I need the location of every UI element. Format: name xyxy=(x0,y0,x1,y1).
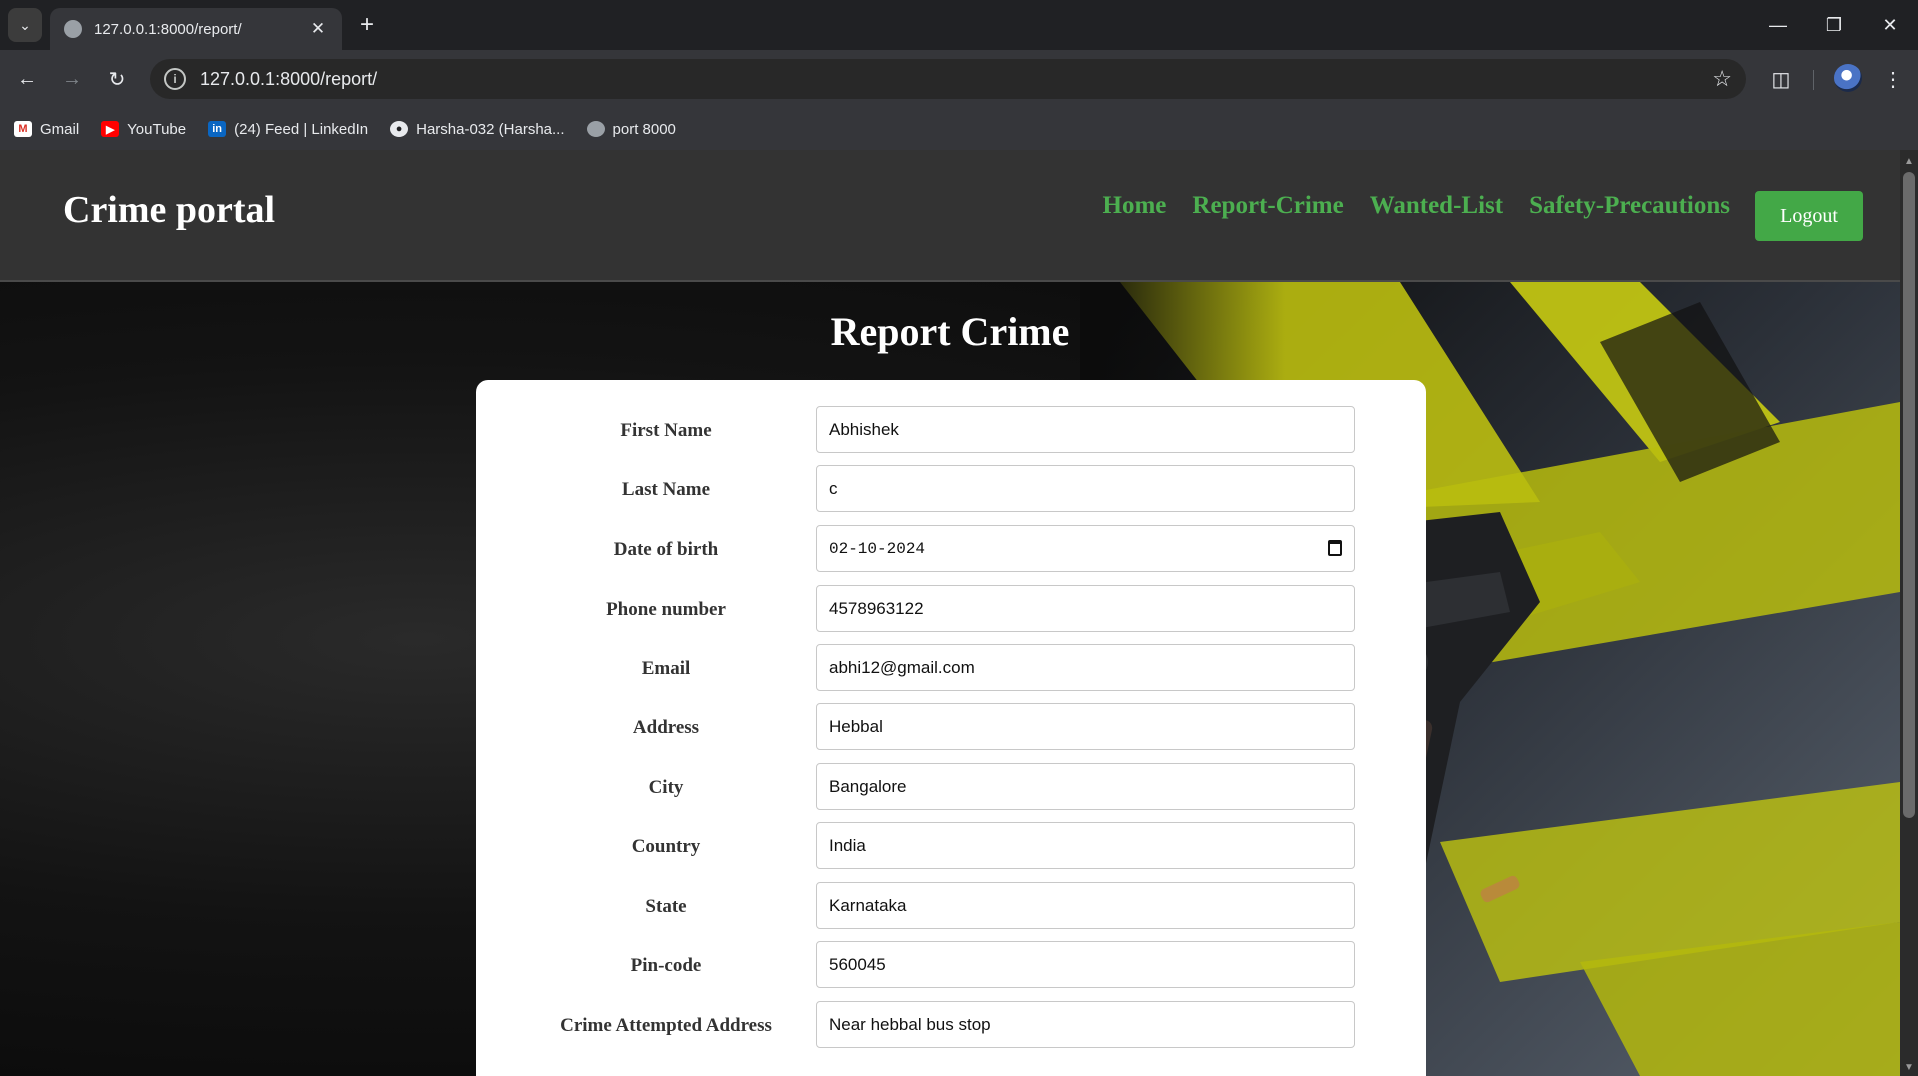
form-row-crime-attempted-address: Crime Attempted Address xyxy=(476,1001,1426,1049)
form-row-country: Country xyxy=(476,822,1426,870)
address-bar[interactable]: i 127.0.0.1:8000/report/ ☆ xyxy=(150,59,1746,99)
menu-dots-icon[interactable]: ⋮ xyxy=(1876,62,1910,96)
crime-attempted-address-input[interactable] xyxy=(816,1001,1355,1048)
nav-report-crime[interactable]: Report-Crime xyxy=(1192,192,1343,220)
site-info-icon[interactable]: i xyxy=(164,68,186,90)
form-row-state: State xyxy=(476,882,1426,930)
bookmark-label: YouTube xyxy=(127,120,187,138)
nav-wanted-list[interactable]: Wanted-List xyxy=(1370,192,1503,220)
main-nav: Home Report-Crime Wanted-List Safety-Pre… xyxy=(1077,192,1730,220)
address-label: Address xyxy=(632,717,700,738)
bookmark-label: (24) Feed | LinkedIn xyxy=(234,120,369,138)
bookmark-linkedin[interactable]: in (24) Feed | LinkedIn xyxy=(208,121,368,138)
scrollbar-thumb[interactable] xyxy=(1903,172,1915,818)
form-row-last-name: Last Name xyxy=(476,465,1426,513)
tab-title: 127.0.0.1:8000/report/ xyxy=(94,20,242,38)
profile-avatar[interactable] xyxy=(1834,64,1862,92)
bookmark-label: port 8000 xyxy=(612,120,676,138)
city-input[interactable] xyxy=(816,763,1355,810)
date-of-birth-input[interactable] xyxy=(816,525,1355,572)
reload-button[interactable]: ↻ xyxy=(100,62,134,96)
github-icon: ● xyxy=(390,121,409,137)
email-input[interactable] xyxy=(816,644,1355,691)
restore-button[interactable]: ❐ xyxy=(1806,8,1862,42)
minimize-button[interactable]: — xyxy=(1750,8,1806,42)
form-row-first-name: First Name xyxy=(476,406,1426,454)
email-label: Email xyxy=(641,658,691,679)
toolbar-divider xyxy=(1813,70,1814,90)
page-title: Report Crime xyxy=(830,309,1070,354)
last-name-label: Last Name xyxy=(621,479,711,500)
globe-icon xyxy=(64,20,82,38)
tab-search-button[interactable]: ⌄ xyxy=(8,8,42,42)
city-label: City xyxy=(648,777,684,798)
page-scrollbar[interactable]: ▲ ▼ xyxy=(1900,150,1918,1076)
bookmarks-bar: M Gmail ▶ YouTube in (24) Feed | LinkedI… xyxy=(0,108,1918,150)
bookmark-youtube[interactable]: ▶ YouTube xyxy=(101,121,186,138)
scroll-up-icon[interactable]: ▲ xyxy=(1900,152,1918,170)
site-header: Crime portal Home Report-Crime Wanted-Li… xyxy=(0,150,1900,282)
youtube-icon: ▶ xyxy=(101,121,120,137)
window-close-button[interactable]: ✕ xyxy=(1862,8,1918,42)
state-input[interactable] xyxy=(816,882,1355,929)
first-name-label: First Name xyxy=(620,420,712,441)
address-input[interactable] xyxy=(816,703,1355,750)
bookmark-github[interactable]: ● Harsha-032 (Harsha... xyxy=(390,120,565,138)
scroll-down-icon[interactable]: ▼ xyxy=(1900,1058,1918,1076)
chevron-down-icon: ⌄ xyxy=(19,16,31,33)
logout-button[interactable]: Logout xyxy=(1755,191,1863,241)
browser-toolbar: ← → ↻ i 127.0.0.1:8000/report/ ☆ ◫ ⋮ xyxy=(0,50,1918,108)
bookmark-label: Harsha-032 (Harsha... xyxy=(416,120,565,138)
new-tab-button[interactable]: + xyxy=(352,10,382,40)
date-of-birth-label: Date of birth xyxy=(613,539,719,560)
form-row-address: Address xyxy=(476,703,1426,751)
forward-button[interactable]: → xyxy=(55,62,89,96)
country-input[interactable] xyxy=(816,822,1355,869)
nav-safety-precautions[interactable]: Safety-Precautions xyxy=(1529,192,1730,220)
form-row-email: Email xyxy=(476,644,1426,692)
bookmark-star-icon[interactable]: ☆ xyxy=(1712,66,1732,92)
pin-code-label: Pin-code xyxy=(630,955,702,976)
report-crime-form: First Name Last Name Date of birth Phone… xyxy=(476,380,1426,1076)
form-row-phone-number: Phone number xyxy=(476,585,1426,633)
globe-icon xyxy=(586,121,605,137)
browser-tab[interactable]: 127.0.0.1:8000/report/ ✕ xyxy=(50,8,342,50)
gmail-icon: M xyxy=(14,121,32,137)
calendar-icon[interactable] xyxy=(1328,540,1342,556)
extensions-icon[interactable]: ◫ xyxy=(1764,62,1798,96)
first-name-input[interactable] xyxy=(816,406,1355,453)
linkedin-icon: in xyxy=(208,121,227,137)
bookmark-label: Gmail xyxy=(40,120,80,138)
last-name-input[interactable] xyxy=(816,465,1355,512)
bookmark-gmail[interactable]: M Gmail xyxy=(14,121,79,138)
form-row-date-of-birth: Date of birth xyxy=(476,525,1426,573)
close-icon[interactable]: ✕ xyxy=(308,19,328,39)
phone-number-input[interactable] xyxy=(816,585,1355,632)
form-row-pin-code: Pin-code xyxy=(476,941,1426,989)
pin-code-input[interactable] xyxy=(816,941,1355,988)
bookmark-port-8000[interactable]: port 8000 xyxy=(586,120,676,138)
phone-number-label: Phone number xyxy=(606,599,726,620)
crime-attempted-address-label: Crime Attempted Address xyxy=(560,1015,772,1036)
browser-tabstrip: ⌄ 127.0.0.1:8000/report/ ✕ + — ❐ ✕ xyxy=(0,0,1918,50)
country-label: Country xyxy=(631,836,701,857)
site-brand[interactable]: Crime portal xyxy=(63,188,275,232)
form-row-city: City xyxy=(476,763,1426,811)
nav-home[interactable]: Home xyxy=(1103,192,1167,220)
back-button[interactable]: ← xyxy=(10,62,44,96)
page-viewport: Crime portal Home Report-Crime Wanted-Li… xyxy=(0,150,1900,1076)
url-text: 127.0.0.1:8000/report/ xyxy=(200,68,378,89)
state-label: State xyxy=(645,896,687,917)
